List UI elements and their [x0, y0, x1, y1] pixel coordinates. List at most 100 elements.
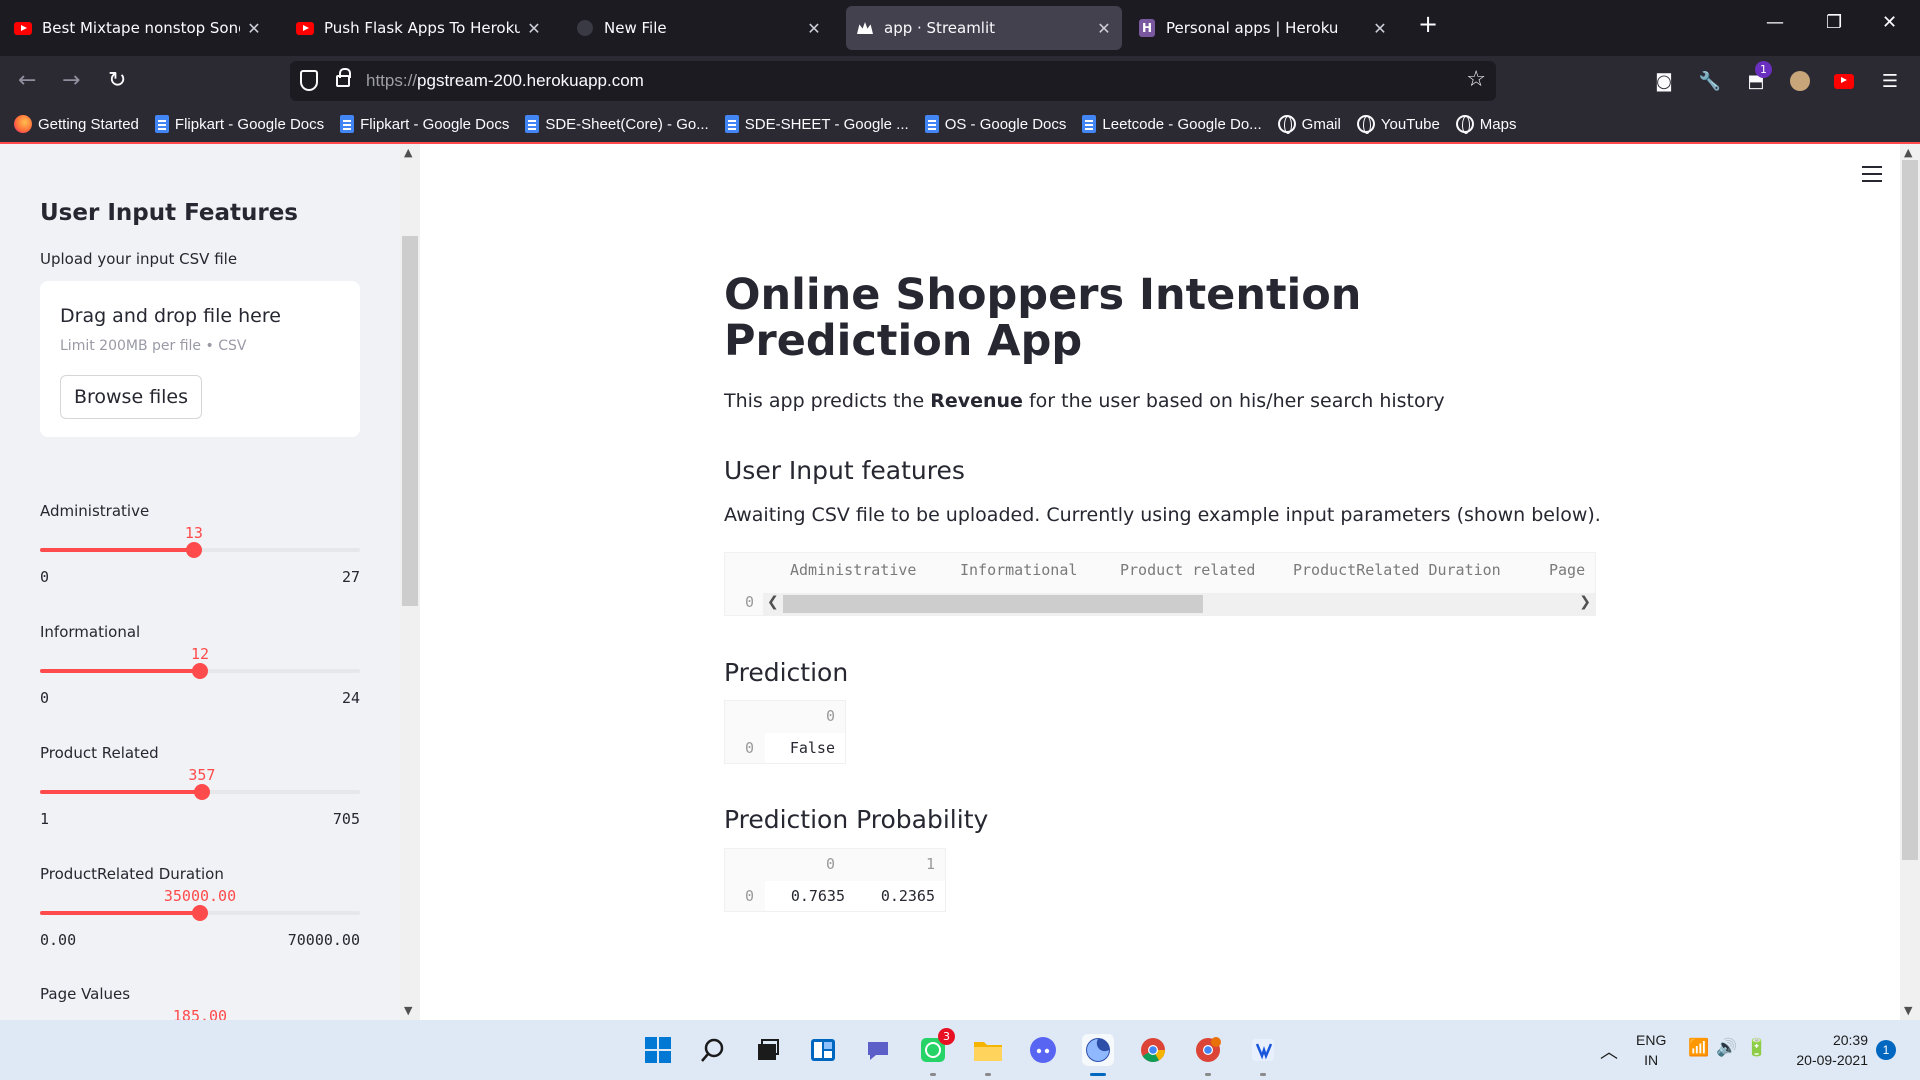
main-scrollbar[interactable]: ▲ ▼ — [1900, 144, 1920, 1020]
slider-thumb[interactable] — [192, 663, 208, 679]
lock-icon[interactable] — [336, 68, 351, 87]
extension-icon[interactable]: ⬒ 1 — [1744, 61, 1772, 93]
slider-track[interactable] — [40, 784, 360, 800]
browser-navigation-bar: ← → ↻ https://pgstream-200.herokuapp.com… — [0, 56, 1920, 106]
close-tab-icon[interactable]: ✕ — [1096, 19, 1112, 38]
slider-thumb[interactable] — [192, 905, 208, 921]
slider-track[interactable] — [40, 663, 360, 679]
slider-label: Administrative — [40, 502, 150, 520]
language-text: ENG — [1636, 1032, 1667, 1048]
slider-productrelated-duration[interactable]: ProductRelated Duration 35000.00 0.00 70… — [40, 865, 360, 965]
pocket-icon[interactable]: ◙ — [1652, 69, 1676, 93]
scroll-up-arrow-icon[interactable]: ▲ — [1904, 146, 1912, 159]
teams-chat-icon[interactable] — [862, 1034, 894, 1066]
firefox-icon[interactable] — [1082, 1034, 1114, 1076]
bookmark-label: Flipkart - Google Docs — [360, 115, 510, 133]
file-explorer-icon[interactable] — [972, 1034, 1004, 1076]
slider-value: 357 — [188, 766, 216, 784]
prediction-dataframe[interactable]: 0 0 False — [724, 700, 846, 764]
bookmark-item[interactable]: Maps — [1455, 115, 1516, 134]
wrench-icon[interactable]: 🔧 — [1698, 69, 1722, 93]
language-indicator[interactable]: ENG IN — [1636, 1030, 1666, 1070]
notification-count-badge[interactable]: 1 — [1876, 1040, 1896, 1060]
browser-tab[interactable]: Push Flask Apps To Heroku For V ✕ — [286, 6, 552, 50]
bookmark-item[interactable]: Leetcode - Google Do... — [1082, 115, 1262, 133]
reload-icon[interactable]: ↻ — [108, 68, 126, 93]
bookmark-item[interactable]: Getting Started — [14, 115, 139, 133]
clock[interactable]: 20:39 20-09-2021 — [1786, 1030, 1868, 1070]
bookmark-item[interactable]: SDE-SHEET - Google ... — [724, 115, 909, 133]
browser-tab[interactable]: H Personal apps | Heroku ✕ — [1128, 6, 1398, 50]
windows-start-icon[interactable] — [642, 1034, 674, 1066]
back-arrow-icon[interactable]: ← — [18, 68, 36, 93]
browse-files-button[interactable]: Browse files — [60, 375, 202, 419]
tracking-protection-shield-icon[interactable] — [300, 70, 318, 91]
slider-track[interactable] — [40, 542, 360, 558]
bookmark-item[interactable]: Gmail — [1277, 115, 1341, 134]
close-tab-icon[interactable]: ✕ — [1372, 19, 1388, 38]
row-index: 0 — [745, 739, 755, 757]
search-icon[interactable] — [697, 1034, 729, 1066]
wifi-icon[interactable]: 📶 — [1688, 1038, 1709, 1058]
widgets-icon[interactable] — [807, 1034, 839, 1066]
minimize-window-button[interactable]: — — [1766, 12, 1784, 33]
slider-informational[interactable]: Informational 12 0 24 — [40, 623, 360, 723]
file-dropzone[interactable]: Drag and drop file here Limit 200MB per … — [40, 281, 360, 437]
google-docs-icon — [724, 115, 739, 133]
slider-track[interactable] — [40, 905, 360, 921]
vscode-like-app-icon[interactable] — [1247, 1034, 1279, 1076]
task-view-icon[interactable] — [752, 1034, 784, 1066]
discord-icon[interactable] — [1027, 1034, 1059, 1066]
slider-product-related[interactable]: Product Related 357 1 705 — [40, 744, 360, 844]
probability-dataframe[interactable]: 0 1 0 0.7635 0.2365 — [724, 848, 946, 912]
horizontal-scroll-thumb[interactable] — [783, 595, 1203, 613]
battery-icon[interactable]: 🔋 — [1746, 1038, 1767, 1058]
scroll-right-arrow-icon[interactable]: ❯ — [1579, 594, 1591, 610]
close-window-button[interactable]: ✕ — [1882, 12, 1897, 33]
running-indicator — [1260, 1073, 1266, 1076]
scroll-down-arrow-icon[interactable]: ▼ — [1904, 1004, 1912, 1017]
bookmark-item[interactable]: OS - Google Docs — [924, 115, 1066, 133]
scroll-left-arrow-icon[interactable]: ❮ — [767, 594, 779, 610]
restore-window-button[interactable]: ❐ — [1826, 12, 1842, 33]
horizontal-scrollbar[interactable]: ❮ ❯ — [763, 593, 1595, 615]
close-tab-icon[interactable]: ✕ — [526, 19, 542, 38]
bookmark-item[interactable]: YouTube — [1356, 115, 1440, 134]
volume-icon[interactable]: 🔊 — [1716, 1038, 1737, 1058]
scroll-up-arrow-icon[interactable]: ▲ — [404, 146, 412, 159]
input-dataframe[interactable]: Administrative Informational Product rel… — [724, 552, 1596, 616]
scroll-down-arrow-icon[interactable]: ▼ — [404, 1004, 412, 1017]
bookmark-star-icon[interactable]: ☆ — [1466, 67, 1486, 92]
bookmark-item[interactable]: SDE-Sheet(Core) - Go... — [525, 115, 709, 133]
forward-arrow-icon[interactable]: → — [62, 68, 80, 93]
url-text[interactable]: https://pgstream-200.herokuapp.com — [366, 71, 644, 91]
menu-icon[interactable]: ☰ — [1878, 69, 1902, 93]
chevron-up-icon[interactable]: ︿ — [1600, 1038, 1618, 1064]
chrome-icon[interactable] — [1137, 1034, 1169, 1066]
sidebar-scroll-thumb[interactable] — [402, 236, 418, 606]
sidebar-scrollbar[interactable]: ▲ ▼ — [400, 144, 420, 1020]
main-scroll-thumb[interactable] — [1902, 160, 1918, 860]
new-tab-button[interactable]: + — [1418, 10, 1438, 38]
slider-page-values[interactable]: Page Values 185.00 — [40, 985, 360, 1020]
whatsapp-icon[interactable]: 3 — [917, 1028, 955, 1076]
youtube-extension-icon[interactable] — [1832, 69, 1856, 93]
close-tab-icon[interactable]: ✕ — [806, 19, 822, 38]
bookmark-item[interactable]: Flipkart - Google Docs — [340, 115, 509, 133]
chrome-profile-icon[interactable] — [1192, 1034, 1224, 1076]
browser-tab[interactable]: Best Mixtape nonstop Songs | B ✕ — [4, 6, 272, 50]
app-menu-icon[interactable] — [1862, 166, 1882, 182]
close-tab-icon[interactable]: ✕ — [246, 19, 262, 38]
slider-thumb[interactable] — [185, 542, 202, 558]
prediction-heading: Prediction — [724, 658, 849, 687]
prediction-value-cell: False — [765, 733, 845, 763]
region-text: IN — [1644, 1052, 1659, 1068]
avatar-extension-icon[interactable] — [1788, 69, 1812, 93]
bookmark-item[interactable]: Flipkart - Google Docs — [154, 115, 324, 133]
address-bar[interactable]: https://pgstream-200.herokuapp.com ☆ — [290, 61, 1496, 101]
slider-administrative[interactable]: Administrative 13 0 27 — [40, 502, 360, 602]
slider-thumb[interactable] — [193, 784, 210, 800]
browser-tab[interactable]: New File ✕ — [566, 6, 832, 50]
browser-tab-active[interactable]: app · Streamlit ✕ — [846, 6, 1122, 50]
intro-text: for the user based on his/her search his… — [1022, 390, 1445, 412]
